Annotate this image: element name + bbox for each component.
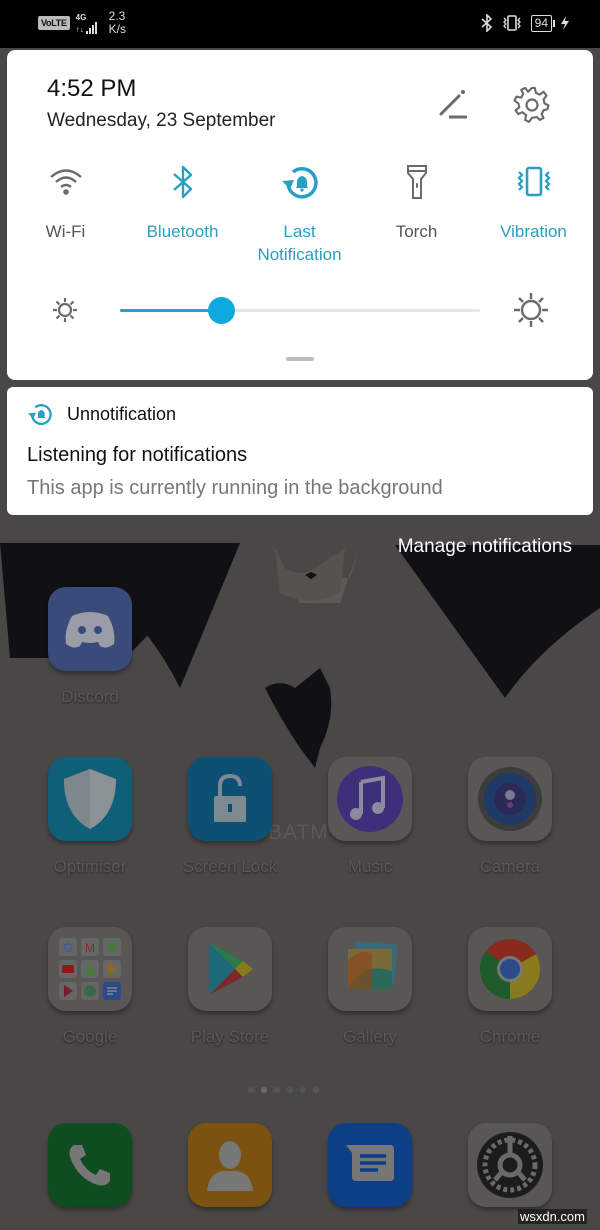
shield-icon [48, 757, 132, 841]
tile-vibration[interactable]: Vibration [475, 162, 592, 266]
camera-icon [468, 757, 552, 841]
brightness-slider[interactable] [120, 297, 480, 324]
dock-contacts[interactable] [180, 1123, 280, 1207]
tile-wifi[interactable]: Wi-Fi [7, 162, 124, 266]
tile-label: Bluetooth [146, 222, 219, 241]
svg-text:M: M [85, 941, 95, 955]
tile-bluetooth[interactable]: Bluetooth [124, 162, 241, 266]
notification-text: This app is currently running in the bac… [27, 477, 443, 499]
tile-label: Torch [395, 222, 438, 241]
bluetooth-status-icon [481, 14, 492, 32]
vibration-icon [516, 166, 551, 197]
expand-handle[interactable] [286, 357, 314, 361]
discord-icon [48, 587, 132, 671]
brightness-low-icon [53, 298, 77, 322]
notification-title: Listening for notifications [27, 444, 248, 466]
dock-messages[interactable] [320, 1123, 420, 1207]
app-camera[interactable]: Camera [460, 757, 560, 877]
tile-label: Vibration [500, 222, 567, 241]
brightness-row [7, 290, 593, 330]
battery-indicator: 94 [530, 14, 556, 32]
dock-settings[interactable] [460, 1123, 560, 1207]
date: Wednesday, 23 September [47, 110, 276, 131]
brightness-fill [120, 309, 221, 312]
app-play-store[interactable]: Play Store [180, 927, 280, 1047]
notification-history-icon [281, 167, 318, 199]
charging-icon [561, 16, 569, 30]
notification-card[interactable]: Unnotification Listening for notificatio… [7, 387, 593, 515]
manage-notifications-button[interactable]: Manage notifications [398, 536, 572, 558]
watermark: wsxdn.com [517, 1209, 587, 1224]
phone-icon [48, 1123, 132, 1207]
quick-settings-panel: 4:52 PM Wednesday, 23 September Wi-Fi Bl… [7, 50, 593, 380]
notification-app-icon [28, 404, 52, 425]
brightness-high-icon [514, 293, 548, 327]
dock-phone[interactable] [40, 1123, 140, 1207]
app-chrome[interactable]: Chrome [460, 927, 560, 1047]
quick-tiles: Wi-Fi Bluetooth Last Notification Torch V… [7, 162, 593, 266]
tile-label: Last Notification [257, 222, 342, 264]
brightness-thumb[interactable] [207, 297, 235, 324]
gallery-icon [328, 927, 412, 1011]
settings-gear-icon[interactable] [513, 86, 551, 124]
clock: 4:52 PM [47, 75, 137, 102]
tile-last-notification[interactable]: Last Notification [241, 162, 358, 266]
wifi-icon [49, 169, 82, 195]
tile-label: Wi-Fi [45, 222, 86, 241]
contact-icon [188, 1123, 272, 1207]
settings-app-icon [468, 1123, 552, 1207]
vibration-status-icon [502, 15, 521, 31]
chrome-icon [468, 927, 552, 1011]
messages-icon [328, 1123, 412, 1207]
volte-indicator: VoLTE [38, 16, 70, 30]
page-indicator [248, 1087, 319, 1093]
torch-icon [406, 165, 427, 199]
status-bar: VoLTE 4G ↑↓ 2.3 K/s 94 [0, 0, 600, 48]
notification-app-name: Unnotification [67, 404, 177, 424]
app-music[interactable]: Music [320, 757, 420, 877]
play-store-icon [188, 927, 272, 1011]
signal-icon: 4G ↑↓ [76, 13, 97, 34]
app-gallery[interactable]: Gallery [320, 927, 420, 1047]
lock-icon [188, 757, 272, 841]
svg-text:G: G [63, 940, 73, 955]
bluetooth-icon [172, 165, 192, 199]
app-folder-google[interactable]: G M Google [40, 927, 140, 1047]
tile-torch[interactable]: Torch [358, 162, 475, 266]
app-optimiser[interactable]: Optimiser [40, 757, 140, 877]
folder-icon: G M [48, 927, 132, 1011]
music-icon [328, 757, 412, 841]
app-screen-lock[interactable]: Screen Lock [180, 757, 280, 877]
network-speed: 2.3 K/s [108, 9, 127, 36]
app-discord[interactable]: Discord [40, 587, 140, 707]
edit-icon[interactable] [435, 86, 471, 122]
